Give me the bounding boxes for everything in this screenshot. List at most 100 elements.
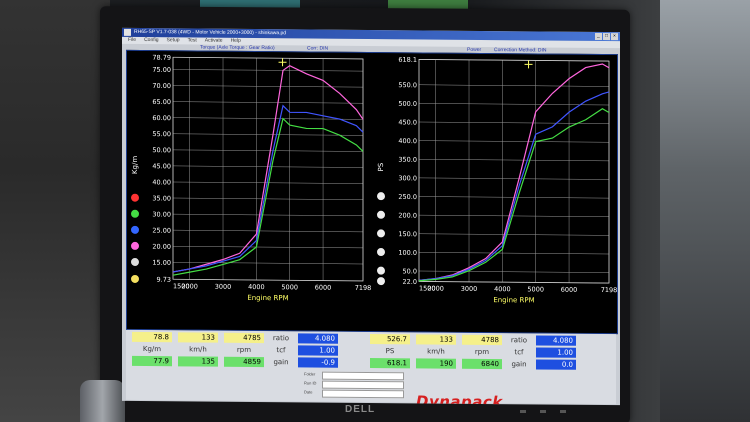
power-x-tick: 2000 [427, 284, 444, 292]
power-ratio-value: 4.080 [536, 335, 576, 346]
torque-y-tick: 65.00 [152, 98, 171, 106]
workshop-shelf-left [0, 0, 110, 422]
torque-grid-y [173, 213, 363, 217]
photo-scene: DELL RH65-SP V1.7-038 (4WD - Motor Vehic… [0, 0, 750, 422]
torque-legend-dot [131, 209, 139, 218]
power-rpm-max: 6840 [462, 358, 502, 370]
torque-y-tick: 40.00 [152, 178, 171, 186]
minimize-button[interactable]: _ [595, 32, 602, 41]
monitor-button[interactable] [520, 410, 526, 413]
date-field[interactable] [322, 389, 404, 399]
power-speed-max: 190 [416, 358, 456, 369]
runid-field[interactable] [322, 380, 404, 390]
torque-y-tick: 15.00 [152, 259, 171, 267]
power-grid-y [419, 159, 609, 162]
power-y-axis-label: PS [377, 162, 385, 171]
torque-grid-y [173, 101, 363, 104]
torque-legend-dot [131, 225, 139, 234]
power-panel[interactable]: 1500 2000 3000 4000 5000 6000 7198 618.1 550.0 50… [373, 53, 617, 334]
torque-legend-dot [131, 257, 139, 266]
power-current: 526.7 [370, 333, 410, 345]
torque-y-tick: 35.00 [152, 194, 171, 202]
speed-current: 133 [178, 332, 218, 343]
power-tcf-label: tcf [514, 348, 524, 357]
ratio-label: ratio [272, 334, 290, 343]
power-rpm-current: 4788 [462, 334, 502, 346]
torque-x-tick: 4000 [248, 283, 265, 291]
torque-grid-y [173, 262, 363, 265]
power-x-tick: 7198 [601, 286, 617, 294]
power-speed-current: 133 [416, 334, 456, 345]
app-icon [124, 28, 131, 36]
tcf-value: 1.00 [298, 345, 338, 356]
torque-x-tick: 3000 [215, 283, 232, 291]
spray-can [80, 380, 125, 422]
monitor-button[interactable] [560, 410, 566, 413]
power-grid-y [419, 233, 609, 236]
rpm-current: 4785 [224, 332, 264, 344]
power-chart[interactable]: 15002000 3000 4000 5000 6000 7198618.1550.050… [373, 53, 617, 333]
power-plot-frame [418, 59, 610, 284]
power-grid-y [419, 177, 609, 180]
graph-area: 1500 2000 3000 4000 5000 6000 7198 78.79 75.00 70… [126, 49, 618, 335]
torque-y-tick: 75.00 [152, 66, 171, 74]
torque-y-tick: 60.00 [152, 114, 171, 122]
torque-y-tick: 30.00 [152, 210, 171, 218]
unit-kmh: km/h [189, 345, 207, 354]
torque-x-tick: 6000 [315, 284, 332, 292]
power-grid-y [419, 270, 609, 273]
power-gain-label: gain [511, 360, 527, 369]
power-y-tick: 400.0 [398, 137, 417, 145]
power-legend-dot [377, 248, 385, 257]
unit-ps: PS [385, 347, 395, 356]
torque-y-tick: 20.00 [152, 243, 171, 251]
torque-panel[interactable]: 1500 2000 3000 4000 5000 6000 7198 78.79 75.00 70… [127, 50, 371, 332]
maximize-button[interactable]: □ [603, 33, 610, 41]
workshop-shelf-right [660, 0, 750, 422]
power-x-axis-label: Engine RPM [493, 296, 534, 304]
monitor-brand: DELL [345, 404, 376, 415]
power-max: 618.1 [370, 357, 410, 369]
power-legend-dot [377, 210, 385, 219]
torque-series-line-2 [172, 117, 364, 276]
power-y-tick: 500.0 [398, 100, 417, 108]
menu-test[interactable]: Test [188, 37, 197, 44]
rpm-max: 4859 [224, 356, 264, 368]
torque-y-tick: 25.00 [152, 227, 171, 235]
torque-x-tick: 7198 [355, 284, 371, 292]
screen: RH65-SP V1.7-038 (4WD - Motor Vehicle 20… [122, 27, 620, 406]
folder-field[interactable] [322, 371, 404, 381]
gain-value: -0.9 [298, 357, 338, 368]
power-x-tick: 5000 [527, 285, 544, 293]
power-y-tick: 100.0 [398, 249, 417, 257]
power-gain-value: 0.0 [536, 359, 576, 370]
power-legend-dot [377, 229, 385, 238]
power-y-tick: 618.1 [398, 56, 417, 64]
power-grid-y [419, 84, 609, 87]
power-y-tick: 550.0 [398, 81, 417, 89]
unit-kmh-right: km/h [427, 347, 445, 356]
torque-y-tick: 45.00 [152, 162, 171, 170]
torque-x-tick: 2000 [181, 282, 198, 290]
power-tcf-value: 1.00 [536, 347, 576, 358]
readout-panel: 78.8 133 4785 ratio 4.080 Kg/m km/h rpm … [126, 329, 616, 405]
power-ratio-label: ratio [510, 336, 528, 345]
torque-series-line-0 [172, 64, 364, 273]
power-x-tick: 3000 [461, 285, 478, 293]
torque-x-axis-label: Engine RPM [247, 294, 288, 302]
monitor-button[interactable] [540, 410, 546, 413]
unit-rpm-right: rpm [474, 347, 490, 357]
power-y-tick: 200.0 [398, 211, 417, 219]
torque-chart[interactable]: 15002000 3000 4000 5000 6000 719878.7975.0070… [127, 51, 371, 331]
torque-grid-y [173, 229, 363, 233]
menu-file[interactable]: File [128, 37, 136, 44]
close-button[interactable]: × [611, 33, 618, 41]
power-x-tick: 6000 [561, 286, 578, 294]
power-legend-dot [377, 192, 385, 201]
folder-label: Folder [304, 371, 316, 377]
power-series-line-0 [418, 63, 610, 281]
power-series-line-2 [418, 108, 610, 282]
torque-grid-y [173, 246, 363, 249]
torque-y-axis-label: Kg/m [131, 156, 139, 174]
unit-kgm: Kg/m [142, 345, 162, 354]
